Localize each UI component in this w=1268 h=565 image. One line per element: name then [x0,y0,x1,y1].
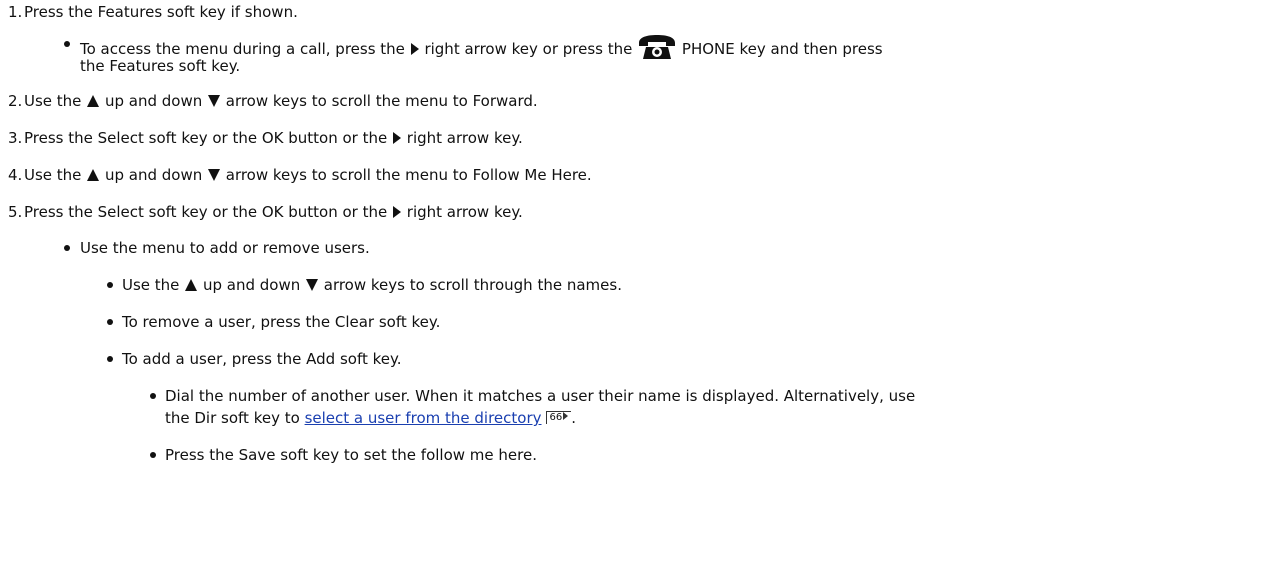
up-arrow-key-icon [185,279,198,291]
text-fragment: up and down [100,166,207,184]
step-text: Use the up and down arrow keys to scroll… [24,165,592,185]
text-fragment: up and down [100,92,207,110]
text-fragment: PHONE key and then press [677,40,883,58]
bullet [107,282,113,288]
bullet [64,41,70,47]
list-item-text: Dial the number of another user. When it… [165,387,916,405]
text-fragment: right arrow key or press the [419,40,638,58]
text-fragment: the Dir soft key to [165,409,305,427]
down-arrow-key-icon [305,279,318,291]
text-fragment: . [571,409,577,427]
text-fragment: arrow keys to scroll the menu to Forward… [220,92,538,110]
text-fragment: Use the [122,276,185,294]
text-fragment: up and down [198,276,305,294]
right-arrow-key-icon [393,132,402,144]
list-item-text: To add a user, press the Add soft key. [122,350,402,368]
page-reference-badge[interactable]: 66 [545,411,572,424]
right-arrow-key-icon [410,43,419,55]
step-text: Press the Select soft key or the OK butt… [24,202,523,222]
step-number: 5. [8,203,23,221]
text-fragment: Use the [24,92,87,110]
list-item-text: Use the up and down arrow keys to scroll… [122,275,622,295]
text-fragment: right arrow key. [402,129,523,147]
up-arrow-key-icon [87,169,100,181]
up-arrow-key-icon [87,95,100,107]
bullet [64,245,70,251]
bullet [107,319,113,325]
step-number: 4. [8,166,23,184]
step-text: Press the Select soft key or the OK butt… [24,128,523,148]
bullet [107,356,113,362]
bullet [150,393,156,399]
text-fragment: Press the Select soft key or the OK butt… [24,129,393,147]
step-number: 2. [8,92,23,110]
list-item-continuation: the Dir soft key to select a user from t… [165,408,576,428]
text-fragment: arrow keys to scroll through the names. [318,276,622,294]
step-text: Press the Features soft key if shown. [24,3,298,21]
phone-key-icon [639,35,676,59]
text-fragment: right arrow key. [402,203,523,221]
list-item-continuation: the Features soft key. [80,57,241,75]
text-fragment: Press the Select soft key or the OK butt… [24,203,393,221]
page-reference-number: 66 [549,412,563,423]
list-item-text: Press the Save soft key to set the follo… [165,446,537,464]
list-item-text: To remove a user, press the Clear soft k… [122,313,441,331]
text-fragment: Use the [24,166,87,184]
down-arrow-key-icon [207,95,220,107]
step-number: 3. [8,129,23,147]
jump-arrow-icon [563,412,569,420]
text-fragment: arrow keys to scroll the menu to Follow … [220,166,592,184]
step-text: Use the up and down arrow keys to scroll… [24,91,538,111]
down-arrow-key-icon [207,169,220,181]
step-number: 1. [8,3,23,21]
list-item-text: Use the menu to add or remove users. [80,239,370,257]
bullet [150,452,156,458]
right-arrow-key-icon [393,206,402,218]
directory-link[interactable]: select a user from the directory [305,409,542,427]
